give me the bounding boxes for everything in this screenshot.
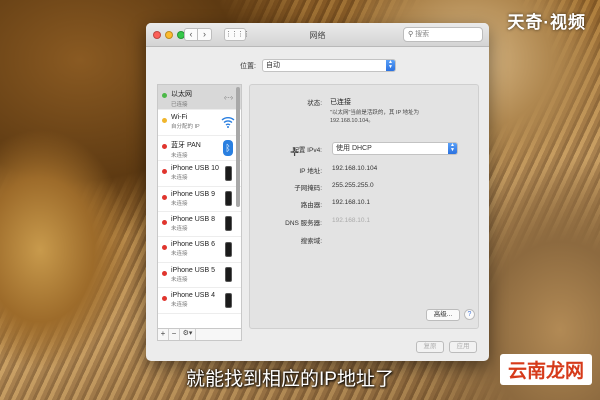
configure-stepper-icon: ▲ ▼	[448, 143, 457, 154]
configure-ipv4-select[interactable]: 使用 DHCP ▲ ▼	[332, 142, 458, 155]
service-list-scrollbar[interactable]	[236, 87, 240, 207]
iphone-icon	[221, 165, 235, 181]
status-dot-red	[162, 270, 167, 276]
location-row: 位置: 自动 ▲ ▼	[146, 59, 489, 73]
subnet-mask-value: 255.255.255.0	[332, 182, 374, 189]
status-block: 已连接 "以太网"当前是活跃的，其 IP 地址为 192.168.10.104。	[330, 97, 455, 125]
status-dot-yellow	[162, 118, 167, 124]
subnet-mask-label: 子网掩码:	[294, 185, 322, 192]
service-item[interactable]: iPhone USB 4 未连接	[158, 288, 241, 314]
service-list: 以太网 已连接 ‹···› Wi-Fi 自分配的 IP 蓝牙 PAN 未连接 ᛒ iPhone …	[157, 84, 242, 329]
iphone-icon	[221, 241, 235, 257]
status-label: 状态:	[307, 100, 322, 107]
wifi-icon	[221, 114, 235, 130]
video-watermark: 天奇·视频	[507, 13, 586, 32]
service-item[interactable]: 蓝牙 PAN 未连接 ᛒ	[158, 136, 241, 162]
remove-service-button[interactable]: −	[169, 329, 180, 340]
iphone-icon	[221, 292, 235, 308]
ip-address-value: 192.168.10.104	[332, 165, 378, 172]
title-bar: ‹ › ⋮⋮⋮⋮ 网络 ⚲ 搜索	[146, 23, 489, 47]
subtitle-text: 就能找到相应的IP地址了	[186, 369, 394, 390]
crosshair-cursor-icon: ✛	[290, 147, 300, 159]
status-dot-green	[162, 93, 167, 98]
network-preferences-window: ‹ › ⋮⋮⋮⋮ 网络 ⚲ 搜索 位置: 自动 ▲ ▼ 以太网 已连接 ‹···› Wi-…	[146, 23, 489, 361]
search-field[interactable]: ⚲ 搜索	[403, 27, 483, 42]
help-button[interactable]: ?	[464, 309, 475, 320]
status-description: "以太网"当前是活跃的，其 IP 地址为 192.168.10.104。	[330, 110, 420, 124]
service-item[interactable]: iPhone USB 5 未连接	[158, 263, 241, 289]
service-actions-gear-button[interactable]: ⚙▾	[180, 329, 196, 340]
location-stepper-icon: ▲ ▼	[386, 60, 395, 71]
search-icon: ⚲	[408, 31, 414, 38]
service-item[interactable]: iPhone USB 6 未连接	[158, 237, 241, 263]
advanced-button[interactable]: 高级...	[426, 309, 460, 321]
iphone-icon	[221, 216, 235, 232]
location-select[interactable]: 自动 ▲ ▼	[262, 59, 396, 72]
service-item[interactable]: iPhone USB 8 未连接	[158, 212, 241, 238]
service-item[interactable]: iPhone USB 9 未连接	[158, 187, 241, 212]
status-dot-red	[162, 245, 167, 251]
router-label: 路由器:	[300, 202, 322, 209]
status-dot-red	[162, 194, 167, 200]
revert-button[interactable]: 复原	[416, 341, 444, 353]
service-item[interactable]: iPhone USB 10 未连接	[158, 161, 241, 187]
search-placeholder: 搜索	[415, 31, 430, 38]
site-logo: 云南龙网	[499, 354, 592, 385]
ethernet-icon: ‹···›	[223, 92, 233, 102]
add-service-button[interactable]: +	[158, 329, 169, 340]
service-item[interactable]: Wi-Fi 自分配的 IP	[158, 110, 241, 136]
location-label: 位置:	[240, 63, 256, 70]
status-value: 已连接	[330, 99, 351, 106]
dns-server-value: 192.168.10.1	[332, 217, 370, 224]
status-dot-red	[162, 169, 167, 175]
ip-address-label: IP 地址:	[299, 168, 322, 175]
iphone-icon	[221, 267, 235, 283]
status-dot-red	[162, 143, 167, 149]
apply-button[interactable]: 应用	[449, 341, 477, 353]
service-item[interactable]: 以太网 已连接 ‹···›	[158, 85, 241, 111]
iphone-icon	[221, 191, 235, 207]
service-list-toolbar: + − ⚙▾	[157, 329, 242, 341]
location-value: 自动	[266, 62, 280, 69]
service-detail-pane: 状态: 已连接 "以太网"当前是活跃的，其 IP 地址为 192.168.10.…	[249, 84, 479, 329]
configure-ipv4-label: 配置 IPv4:	[292, 147, 322, 154]
router-value: 192.168.10.1	[332, 199, 370, 206]
status-dot-red	[162, 219, 167, 225]
status-dot-red	[162, 296, 167, 302]
search-domain-label: 搜索域:	[300, 238, 322, 245]
configure-ipv4-value: 使用 DHCP	[336, 145, 372, 152]
bluetooth-icon: ᛒ	[221, 139, 235, 156]
dns-server-label: DNS 服务器:	[285, 220, 322, 227]
